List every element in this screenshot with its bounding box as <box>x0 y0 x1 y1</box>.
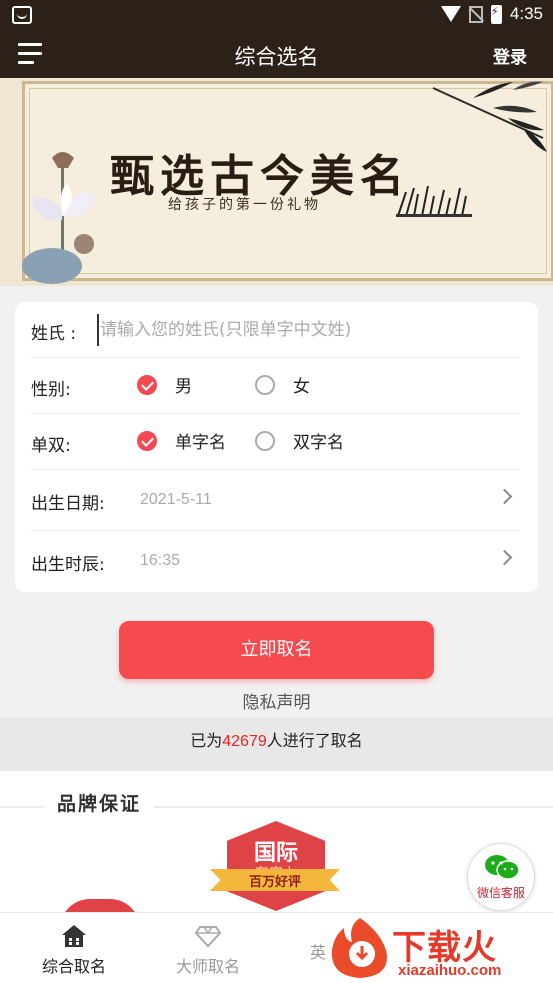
wechat-service-label: 微信客服 <box>476 886 525 900</box>
login-button[interactable]: 登录 <box>493 43 527 68</box>
red-badge-partial <box>60 899 140 912</box>
badge-ribbon-text: 百万好评 <box>248 875 301 890</box>
name-type-option-double[interactable]: 双字名 <box>255 428 344 453</box>
birth-date-label: 出生日期: <box>31 494 105 514</box>
checked-radio-icon[interactable] <box>137 374 157 395</box>
gender-option-male[interactable]: 男 <box>137 372 192 397</box>
naming-form: 姓氏 : 性别: 男 女 单双: 单字名 双字名 出生日期: 2021-5-11… <box>15 302 538 592</box>
birth-date-value[interactable]: 2021-5-11 <box>140 491 212 509</box>
status-time: 4:35 <box>509 4 543 23</box>
surname-row: 姓氏 : <box>31 302 518 358</box>
usage-count-prefix: 已为 <box>190 731 223 750</box>
app-bar: 综合选名 登录 <box>0 30 553 78</box>
birth-time-row[interactable]: 出生时辰: 16:35 <box>31 531 518 592</box>
name-type-option-label: 单字名 <box>175 433 226 453</box>
hero-banner: 甄选古今美名 给孩子的第一份礼物 <box>0 78 553 286</box>
gender-label: 性别: <box>31 380 71 400</box>
usage-count-suffix: 人进行了取名 <box>266 731 363 750</box>
chevron-right-icon[interactable] <box>496 488 513 505</box>
nav-item-master-naming[interactable]: 大师取名 <box>158 923 258 977</box>
flame-logo-icon <box>331 918 387 978</box>
gender-option-female[interactable]: 女 <box>255 372 310 397</box>
watermark-url: xiazaihuo.com <box>398 962 502 979</box>
name-type-option-label: 双字名 <box>293 433 344 453</box>
surname-label: 姓氏 : <box>31 324 77 344</box>
grass-decoration-icon <box>396 185 472 217</box>
gender-row: 性别: 男 女 <box>31 358 518 414</box>
battery-charging-icon <box>490 4 502 24</box>
name-type-option-single[interactable]: 单字名 <box>137 428 226 453</box>
brand-badge: 国际 有实力 百万好评 <box>210 821 340 912</box>
no-sim-icon <box>468 5 483 23</box>
privacy-statement-link[interactable]: 隐私声明 <box>0 688 553 713</box>
brand-section-title: 品牌保证 <box>44 789 155 816</box>
page-title: 综合选名 <box>234 46 319 69</box>
birth-time-value[interactable]: 16:35 <box>140 552 180 570</box>
checked-radio-icon[interactable] <box>137 430 157 451</box>
gender-option-label: 男 <box>175 377 192 397</box>
surname-input[interactable] <box>97 314 517 346</box>
usage-count-strip: 已为42679人进行了取名 <box>0 718 553 771</box>
radio-icon[interactable] <box>255 430 275 451</box>
usage-count-text: 已为42679人进行了取名 <box>0 727 553 751</box>
wifi-icon <box>440 6 461 22</box>
birth-time-label: 出生时辰: <box>31 555 105 575</box>
watermark: 下载火 xiazaihuo.com <box>326 912 553 983</box>
diamond-icon <box>194 926 222 948</box>
usage-count-number: 42679 <box>222 733 267 750</box>
nav-item-label: 大师取名 <box>175 957 240 976</box>
banner-subline: 给孩子的第一份礼物 <box>168 197 321 213</box>
chevron-right-icon[interactable] <box>496 549 513 566</box>
nav-item-comprehensive-naming[interactable]: 综合取名 <box>24 923 124 977</box>
wechat-service-button[interactable]: 微信客服 <box>467 843 535 911</box>
name-type-label: 单双: <box>31 436 71 456</box>
notification-app-icon <box>12 6 32 24</box>
radio-icon[interactable] <box>255 374 275 395</box>
status-bar: 4:35 <box>0 0 553 30</box>
nav-item-label: 综合取名 <box>41 957 106 976</box>
birth-date-row[interactable]: 出生日期: 2021-5-11 <box>31 470 518 531</box>
name-type-row: 单双: 单字名 双字名 <box>31 414 518 470</box>
wechat-icon <box>485 855 520 880</box>
home-icon <box>62 925 86 947</box>
badge-shield: 国际 有实力 <box>227 821 325 911</box>
gender-option-label: 女 <box>293 377 310 397</box>
submit-naming-button[interactable]: 立即取名 <box>119 621 434 679</box>
bamboo-decoration-icon <box>432 81 547 152</box>
lotus-decoration-icon <box>22 152 96 284</box>
